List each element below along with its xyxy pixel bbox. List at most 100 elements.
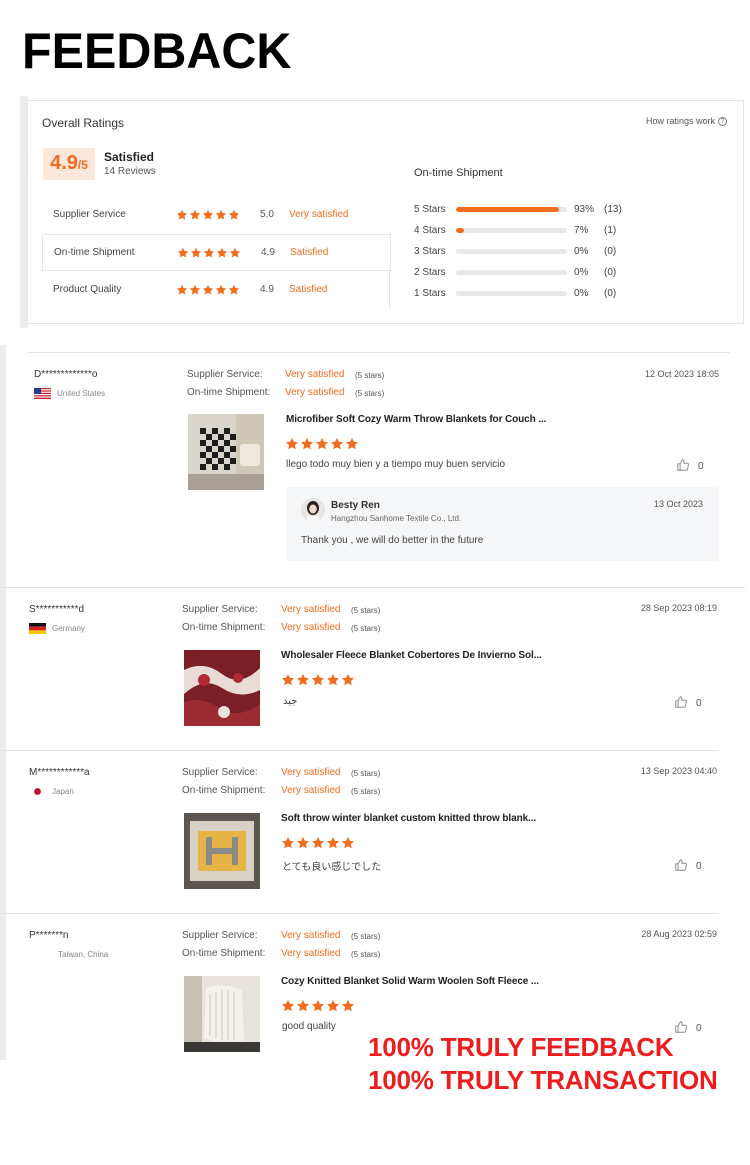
- metric-score: 4.9: [261, 247, 275, 258]
- supplier-service-stars: (5 stars): [351, 769, 381, 778]
- supplier-service-value: Very satisfied: [281, 604, 341, 615]
- star-icon: [176, 284, 188, 296]
- product-title-link[interactable]: Cozy Knitted Blanket Solid Warm Woolen S…: [281, 976, 539, 987]
- distribution-percent: 7%: [574, 224, 589, 236]
- distribution-bar: [456, 249, 567, 254]
- like-count: 0: [698, 461, 704, 472]
- product-title-link[interactable]: Soft throw winter blanket custom knitted…: [281, 813, 536, 824]
- reply-author-name: Besty Ren: [331, 500, 380, 511]
- like-button[interactable]: 0: [674, 1020, 702, 1037]
- star-level-label: 2 Stars: [414, 266, 446, 278]
- country-name: United States: [57, 389, 106, 398]
- product-image[interactable]: [184, 976, 260, 1052]
- product-image[interactable]: [184, 813, 260, 889]
- star-icon: [326, 999, 340, 1013]
- overall-score-badge: 4.9 /5: [43, 148, 95, 180]
- star-icon: [228, 209, 240, 221]
- star-icon: [330, 437, 344, 451]
- star-icon: [341, 673, 355, 687]
- like-count: 0: [696, 1023, 702, 1034]
- like-button[interactable]: 0: [676, 458, 704, 475]
- supplier-service-stars: (5 stars): [355, 371, 385, 380]
- supplier-service-label: Supplier Service:: [182, 930, 258, 941]
- reviewer-name: S***********d: [29, 604, 85, 615]
- thumbs-up-icon: [674, 695, 688, 712]
- product-image[interactable]: [188, 414, 264, 490]
- review-stars: [281, 673, 355, 687]
- star-icon: [215, 209, 227, 221]
- distribution-percent: 0%: [574, 266, 589, 278]
- metric-row-product-quality[interactable]: Product Quality 4.9 Satisfied: [42, 271, 390, 308]
- overall-ratings-title: Overall Ratings: [42, 116, 125, 130]
- metric-text: Very satisfied: [289, 209, 349, 220]
- divider: [0, 750, 718, 751]
- reply-text: Thank you , we will do better in the fut…: [301, 535, 484, 546]
- star-icon: [326, 836, 340, 850]
- overall-score-suffix: /5: [77, 158, 88, 172]
- like-count: 0: [696, 861, 702, 872]
- review-text: llego todo muy bien y a tiempo muy buen …: [286, 459, 506, 470]
- thumbs-up-icon: [674, 858, 688, 875]
- ontime-shipment-label: On-time Shipment:: [187, 387, 271, 398]
- metric-row-supplier-service[interactable]: Supplier Service 5.0 Very satisfied: [42, 196, 390, 233]
- reviewer-country: Germany: [29, 623, 85, 634]
- distribution-count: (1): [604, 224, 617, 236]
- ontime-shipment-value: Very satisfied: [281, 622, 341, 633]
- divider: [389, 271, 390, 309]
- ontime-shipment-stars: (5 stars): [351, 950, 381, 959]
- overall-label: Satisfied: [104, 150, 155, 164]
- distribution-bar: [456, 270, 567, 275]
- like-button[interactable]: 0: [674, 695, 702, 712]
- star-icon: [341, 999, 355, 1013]
- review-stars: [281, 836, 355, 850]
- reviewer-name: D*************o: [34, 369, 98, 380]
- star-icon: [189, 209, 201, 221]
- ontime-shipment-value: Very satisfied: [281, 948, 341, 959]
- like-button[interactable]: 0: [674, 858, 702, 875]
- supplier-service-label: Supplier Service:: [187, 369, 263, 380]
- metric-score: 5.0: [260, 209, 274, 220]
- ontime-shipment-stars: (5 stars): [351, 624, 381, 633]
- review-text: とても良い感じでした: [282, 862, 382, 873]
- avatar: [301, 498, 325, 522]
- product-title-link[interactable]: Microfiber Soft Cozy Warm Throw Blankets…: [286, 414, 546, 425]
- distribution-count: (13): [604, 203, 622, 215]
- metric-text: Satisfied: [289, 284, 328, 295]
- reply-date: 13 Oct 2023: [653, 499, 703, 509]
- reviewer-name: M************a: [29, 767, 90, 778]
- star-icon: [311, 836, 325, 850]
- star-icon: [341, 836, 355, 850]
- review-stars: [285, 437, 359, 451]
- star-level-label: 5 Stars: [414, 203, 446, 215]
- supplier-service-stars: (5 stars): [351, 606, 381, 615]
- star-icon: [229, 247, 241, 259]
- like-count: 0: [696, 698, 702, 709]
- help-icon: ?: [718, 116, 727, 126]
- distribution-percent: 0%: [574, 287, 589, 299]
- ontime-shipment-label: On-time Shipment:: [182, 785, 266, 796]
- ontime-shipment-label: On-time Shipment:: [182, 948, 266, 959]
- star-icon: [296, 836, 310, 850]
- star-icon: [345, 437, 359, 451]
- metric-row-ontime-shipment[interactable]: On-time Shipment 4.9 Satisfied: [42, 234, 391, 271]
- product-title-link[interactable]: Wholesaler Fleece Blanket Cobertores De …: [281, 650, 542, 661]
- star-icon: [281, 673, 295, 687]
- star-level-label: 3 Stars: [414, 245, 446, 257]
- distribution-bar: [456, 228, 567, 233]
- thumbs-up-icon: [676, 458, 690, 475]
- review-stars: [281, 999, 355, 1013]
- star-icon: [285, 437, 299, 451]
- metric-stars: [177, 247, 241, 259]
- star-icon: [326, 673, 340, 687]
- ontime-shipment-stars: (5 stars): [355, 389, 385, 398]
- star-level-label: 1 Stars: [414, 287, 446, 299]
- star-icon: [202, 209, 214, 221]
- divider: [28, 352, 730, 353]
- star-icon: [177, 247, 189, 259]
- page-title: FEEDBACK: [22, 23, 292, 79]
- product-image[interactable]: [184, 650, 260, 726]
- review-date: 28 Aug 2023 02:59: [641, 929, 717, 939]
- how-ratings-work-link[interactable]: How ratings work ?: [646, 116, 727, 126]
- promo-line-1: 100% TRULY FEEDBACK: [368, 1032, 674, 1062]
- star-icon: [176, 209, 188, 221]
